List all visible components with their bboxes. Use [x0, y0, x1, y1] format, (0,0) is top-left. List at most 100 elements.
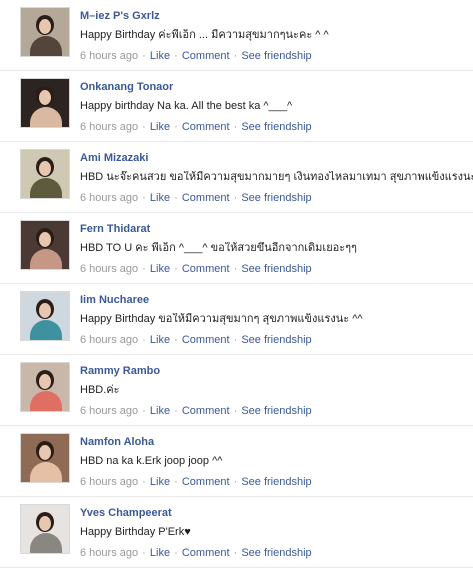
- post-meta: 6 hours ago · Like · Comment · See frien…: [80, 405, 473, 418]
- like-link[interactable]: Like: [150, 50, 170, 62]
- post-message: HBD na ka k.Erk joop joop ^^: [80, 455, 223, 467]
- meta-separator: ·: [230, 50, 241, 62]
- comment-link[interactable]: Comment: [182, 263, 230, 275]
- meta-separator: ·: [171, 121, 181, 133]
- wall-post: Fern Thidarat HBD TO U คะ พี่เอ็ก ^___^ …: [0, 213, 473, 284]
- meta-separator: ·: [230, 121, 241, 133]
- avatar-face-shape: [39, 90, 51, 105]
- post-meta: 6 hours ago · Like · Comment · See frien…: [80, 547, 473, 560]
- post-message: Happy Birthday ค่ะพี่เอ็ก ... มีความสุขม…: [80, 29, 329, 41]
- post-timestamp: 6 hours ago: [80, 334, 139, 346]
- avatar-face-shape: [39, 374, 51, 389]
- meta-separator: ·: [171, 192, 181, 204]
- meta-separator: ·: [171, 334, 181, 346]
- see-friendship-link[interactable]: See friendship: [241, 263, 311, 275]
- meta-separator: ·: [171, 405, 181, 417]
- meta-separator: ·: [230, 334, 241, 346]
- comment-link[interactable]: Comment: [182, 405, 230, 417]
- avatar-body-shape: [30, 533, 62, 553]
- avatar-body-shape: [30, 320, 62, 340]
- avatar-face-shape: [39, 161, 51, 176]
- meta-separator: ·: [171, 547, 181, 559]
- avatar[interactable]: [20, 78, 70, 128]
- post-meta: 6 hours ago · Like · Comment · See frien…: [80, 50, 473, 63]
- avatar[interactable]: [20, 7, 70, 57]
- see-friendship-link[interactable]: See friendship: [241, 50, 311, 62]
- avatar-face-shape: [39, 445, 51, 460]
- meta-separator: ·: [230, 263, 241, 275]
- post-content: Onkanang Tonaor Happy birthday Na ka. Al…: [80, 81, 473, 134]
- wall-post: M–iez P's Gxrlz Happy Birthday ค่ะพี่เอ็…: [0, 0, 473, 71]
- post-content: Fern Thidarat HBD TO U คะ พี่เอ็ก ^___^ …: [80, 223, 473, 276]
- poster-name-link[interactable]: Fern Thidarat: [80, 223, 473, 236]
- post-content: Iim Nucharee Happy Birthday ขอให้มีความส…: [80, 294, 473, 347]
- post-timestamp: 6 hours ago: [80, 50, 139, 62]
- like-link[interactable]: Like: [150, 334, 170, 346]
- post-timestamp: 6 hours ago: [80, 263, 139, 275]
- poster-name-link[interactable]: Yves Champeerat: [80, 507, 473, 520]
- avatar[interactable]: [20, 220, 70, 270]
- meta-separator: ·: [139, 334, 149, 346]
- comment-link[interactable]: Comment: [182, 334, 230, 346]
- wall-post: Ami Mizazaki HBD นะจ๊ะคนสวย ขอให้มีความส…: [0, 142, 473, 213]
- post-message: HBD นะจ๊ะคนสวย ขอให้มีความสุขมากมายๆ เงิ…: [80, 171, 473, 183]
- avatar[interactable]: [20, 149, 70, 199]
- avatar[interactable]: [20, 504, 70, 554]
- poster-name-link[interactable]: Onkanang Tonaor: [80, 81, 473, 94]
- post-content: Rammy Rambo HBD.ค่ะ 6 hours ago · Like ·…: [80, 365, 473, 418]
- avatar[interactable]: [20, 362, 70, 412]
- poster-name-link[interactable]: Ami Mizazaki: [80, 152, 473, 165]
- like-link[interactable]: Like: [150, 263, 170, 275]
- post-timestamp: 6 hours ago: [80, 405, 139, 417]
- poster-name-link[interactable]: Namfon Aloha: [80, 436, 473, 449]
- meta-separator: ·: [139, 547, 149, 559]
- post-message: Happy Birthday P'Erk♥: [80, 526, 191, 538]
- poster-name-link[interactable]: Rammy Rambo: [80, 365, 473, 378]
- avatar-body-shape: [30, 36, 62, 56]
- post-content: M–iez P's Gxrlz Happy Birthday ค่ะพี่เอ็…: [80, 10, 473, 63]
- meta-separator: ·: [139, 121, 149, 133]
- see-friendship-link[interactable]: See friendship: [241, 334, 311, 346]
- wall-post: Rammy Rambo HBD.ค่ะ 6 hours ago · Like ·…: [0, 355, 473, 426]
- see-friendship-link[interactable]: See friendship: [241, 121, 311, 133]
- like-link[interactable]: Like: [150, 405, 170, 417]
- like-link[interactable]: Like: [150, 547, 170, 559]
- comment-link[interactable]: Comment: [182, 192, 230, 204]
- avatar[interactable]: [20, 433, 70, 483]
- post-meta: 6 hours ago · Like · Comment · See frien…: [80, 192, 473, 205]
- post-message: HBD.ค่ะ: [80, 384, 120, 396]
- see-friendship-link[interactable]: See friendship: [241, 405, 311, 417]
- meta-separator: ·: [139, 192, 149, 204]
- post-content: Namfon Aloha HBD na ka k.Erk joop joop ^…: [80, 436, 473, 489]
- post-meta: 6 hours ago · Like · Comment · See frien…: [80, 476, 473, 489]
- comment-link[interactable]: Comment: [182, 50, 230, 62]
- avatar[interactable]: [20, 291, 70, 341]
- meta-separator: ·: [171, 263, 181, 275]
- comment-link[interactable]: Comment: [182, 547, 230, 559]
- see-friendship-link[interactable]: See friendship: [241, 192, 311, 204]
- wall-post: Onkanang Tonaor Happy birthday Na ka. Al…: [0, 71, 473, 142]
- wall-post: Iim Nucharee Happy Birthday ขอให้มีความส…: [0, 284, 473, 355]
- meta-separator: ·: [230, 405, 241, 417]
- avatar-body-shape: [30, 462, 62, 482]
- post-content: Yves Champeerat Happy Birthday P'Erk♥ 6 …: [80, 507, 473, 560]
- post-meta: 6 hours ago · Like · Comment · See frien…: [80, 121, 473, 134]
- like-link[interactable]: Like: [150, 121, 170, 133]
- like-link[interactable]: Like: [150, 192, 170, 204]
- meta-separator: ·: [171, 476, 181, 488]
- see-friendship-link[interactable]: See friendship: [241, 476, 311, 488]
- like-link[interactable]: Like: [150, 476, 170, 488]
- poster-name-link[interactable]: Iim Nucharee: [80, 294, 473, 307]
- meta-separator: ·: [139, 50, 149, 62]
- post-message: HBD TO U คะ พี่เอ็ก ^___^ ขอให้สวยขึ้นอี…: [80, 242, 357, 254]
- meta-separator: ·: [230, 476, 241, 488]
- meta-separator: ·: [139, 476, 149, 488]
- meta-separator: ·: [230, 192, 241, 204]
- post-timestamp: 6 hours ago: [80, 192, 139, 204]
- post-timestamp: 6 hours ago: [80, 547, 139, 559]
- poster-name-link[interactable]: M–iez P's Gxrlz: [80, 10, 473, 23]
- comment-link[interactable]: Comment: [182, 121, 230, 133]
- post-timestamp: 6 hours ago: [80, 121, 139, 133]
- comment-link[interactable]: Comment: [182, 476, 230, 488]
- see-friendship-link[interactable]: See friendship: [241, 547, 311, 559]
